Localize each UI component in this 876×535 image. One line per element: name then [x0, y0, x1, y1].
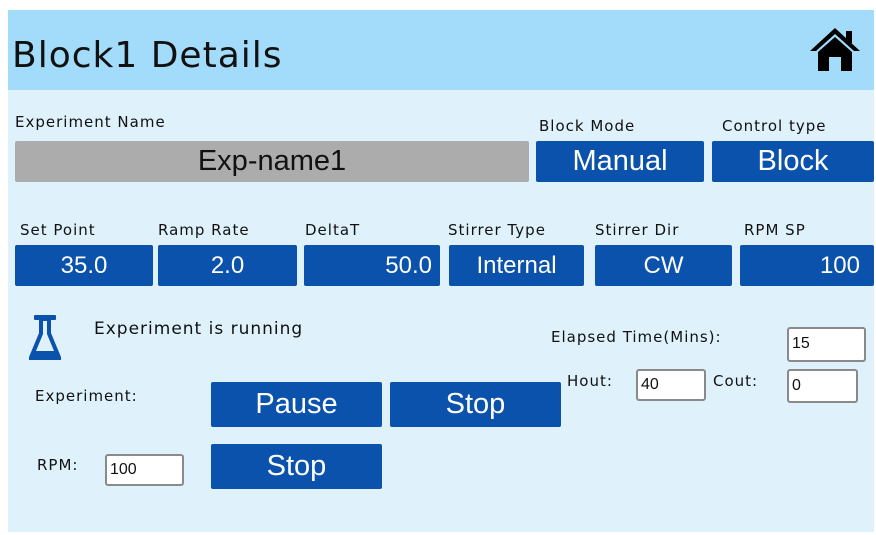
- control-type-button[interactable]: Block: [712, 141, 874, 182]
- elapsed-time-field[interactable]: 15: [787, 327, 866, 362]
- pause-button[interactable]: Pause: [211, 382, 382, 427]
- block-mode-label: Block Mode: [539, 117, 636, 135]
- set-point-button[interactable]: 35.0: [15, 245, 153, 286]
- header-bar: Block1 Details: [8, 10, 874, 90]
- home-icon[interactable]: [808, 26, 862, 74]
- rpm-field[interactable]: 100: [105, 454, 184, 486]
- stirrer-type-button[interactable]: Internal: [449, 245, 584, 286]
- cout-field[interactable]: 0: [787, 369, 858, 403]
- flask-icon: [29, 315, 61, 360]
- set-point-label: Set Point: [20, 221, 96, 239]
- experiment-name-field[interactable]: Exp-name1: [15, 141, 529, 182]
- details-panel: Block1 Details Experiment Name Exp-name1…: [8, 10, 874, 532]
- ramp-rate-button[interactable]: 2.0: [158, 245, 297, 286]
- elapsed-time-label: Elapsed Time(Mins):: [551, 328, 722, 346]
- experiment-controls-label: Experiment:: [35, 387, 138, 405]
- stirrer-dir-button[interactable]: CW: [595, 245, 732, 286]
- page-title: Block1 Details: [12, 35, 283, 76]
- stirrer-type-label: Stirrer Type: [448, 221, 546, 239]
- cout-label: Cout:: [713, 372, 759, 390]
- delta-t-button[interactable]: 50.0: [304, 245, 440, 286]
- rpm-sp-button[interactable]: 100: [740, 245, 874, 286]
- rpm-stop-button[interactable]: Stop: [211, 444, 382, 489]
- delta-t-label: DeltaT: [305, 221, 361, 239]
- stirrer-dir-label: Stirrer Dir: [595, 221, 680, 239]
- rpm-label: RPM:: [37, 456, 79, 474]
- block-mode-button[interactable]: Manual: [536, 141, 704, 182]
- rpm-sp-label: RPM SP: [744, 221, 806, 239]
- hout-label: Hout:: [567, 372, 613, 390]
- ramp-rate-label: Ramp Rate: [158, 221, 250, 239]
- experiment-name-label: Experiment Name: [15, 113, 166, 131]
- status-text: Experiment is running: [94, 319, 304, 339]
- control-type-label: Control type: [722, 117, 827, 135]
- hout-field[interactable]: 40: [636, 369, 706, 401]
- experiment-stop-button[interactable]: Stop: [390, 382, 561, 427]
